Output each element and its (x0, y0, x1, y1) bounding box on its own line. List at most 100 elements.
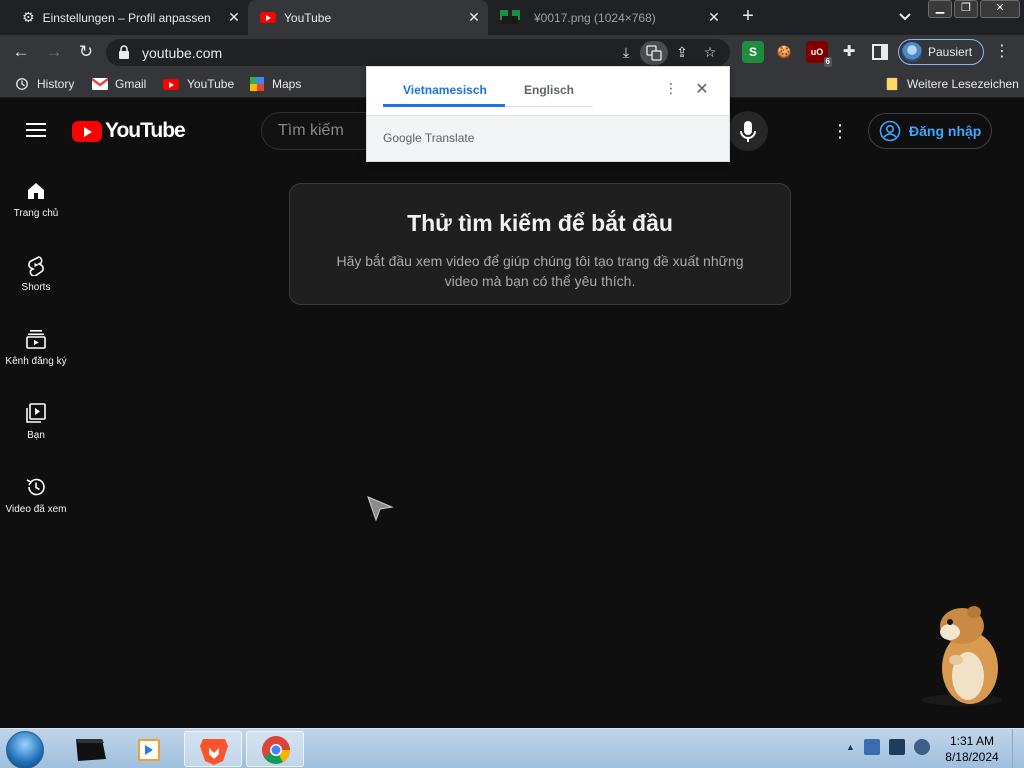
ublock-label: uO (810, 47, 824, 57)
bookmark-gmail[interactable]: Gmail (92, 75, 146, 93)
tab-title: Einstellungen – Profil anpassen (42, 10, 211, 25)
minimize-button[interactable]: ▁ (928, 0, 952, 18)
sign-in-button[interactable]: Đăng nhập (868, 113, 992, 149)
window-close-button[interactable]: ✕ (980, 0, 1020, 18)
extensions-puzzle-icon[interactable]: ✚ (838, 41, 860, 63)
tab-settings[interactable]: ⚙ Einstellungen – Profil anpassen ✕ (8, 0, 248, 35)
other-bookmarks-folder[interactable]: Weitere Lesezeichen (884, 75, 1019, 93)
mouse-cursor-icon (367, 496, 394, 522)
settings-more-icon[interactable]: ⋮ (830, 120, 850, 144)
prompt-body: Hãy bắt đầu xem video để giúp chúng tôi … (336, 253, 744, 289)
translate-options-icon[interactable]: ⋮ (663, 80, 679, 100)
bookmark-label: Gmail (115, 77, 147, 91)
tab-close-icon[interactable]: ✕ (226, 9, 242, 25)
install-icon[interactable]: ⤓ (612, 41, 640, 65)
guide-label: Bạn (27, 430, 45, 441)
bookmark-youtube[interactable]: YouTube (163, 75, 234, 93)
translate-icon[interactable] (640, 40, 668, 65)
guide-item-subscriptions[interactable]: Kênh đăng ký (0, 328, 72, 367)
history-icon (16, 78, 28, 90)
tab-target-language[interactable]: Englisch (524, 83, 574, 97)
bookmark-maps[interactable]: Maps (249, 75, 301, 93)
youtube-logo[interactable]: YouTube (72, 119, 186, 142)
bookmark-label: History (37, 77, 75, 91)
translate-close-icon[interactable]: ✕ (693, 79, 711, 99)
address-bar-actions: ⤓ ⇪ ☆ (612, 39, 724, 66)
system-tray: ▲ (846, 739, 939, 755)
youtube-logo-text: YouTube (105, 119, 186, 142)
share-icon[interactable]: ⇪ (668, 41, 696, 65)
microphone-icon (740, 121, 756, 142)
profile-status: Pausiert (928, 45, 973, 59)
ublock-extension-icon[interactable]: uO 6 (806, 41, 832, 67)
tray-overflow-icon[interactable]: ▲ (846, 742, 855, 755)
media-player-icon (138, 739, 160, 761)
image-favicon-icon (500, 9, 520, 24)
gmail-icon (92, 78, 108, 90)
network-icon[interactable] (888, 739, 905, 755)
tab-image[interactable]: ¥0017.png (1024×768) ✕ (488, 0, 728, 35)
volume-icon[interactable] (913, 739, 930, 755)
back-button[interactable]: ← (9, 40, 33, 64)
brand-google: Google (383, 131, 422, 145)
shorts-icon (28, 256, 44, 276)
tab-search-chevron-icon[interactable] (896, 8, 914, 26)
tab-source-language[interactable]: Vietnamesisch (403, 83, 487, 97)
sign-in-label: Đăng nhập (909, 123, 982, 139)
empty-feed-prompt: Thử tìm kiếm để bắt đầu Hãy bắt đầu xem … (289, 183, 791, 305)
home-icon (28, 183, 44, 199)
voice-search-button[interactable] (728, 111, 768, 151)
guide-item-shorts[interactable]: Shorts (0, 254, 72, 293)
lock-icon[interactable] (118, 45, 130, 59)
browser-toolbar: ← → ↻ youtube.com ⤓ ⇪ ☆ S 🍪 uO 6 ✚ Pausi… (0, 35, 1024, 69)
tab-close-icon[interactable]: ✕ (466, 9, 482, 25)
bookmark-history[interactable]: History (14, 75, 74, 93)
translate-popup: Vietnamesisch Englisch ⋮ ✕ Google Transl… (366, 66, 730, 162)
taskbar-app-media-player[interactable] (122, 731, 180, 767)
reload-button[interactable]: ↻ (74, 40, 98, 64)
active-tab-indicator (383, 104, 505, 107)
new-tab-button[interactable]: + (736, 5, 760, 29)
bookmark-label: YouTube (187, 77, 235, 91)
guide-item-history[interactable]: Video đã xem (0, 476, 72, 515)
tab-close-icon[interactable]: ✕ (706, 9, 722, 25)
restore-button[interactable]: ❐ (954, 0, 978, 18)
taskbar-app-terminal[interactable] (62, 731, 120, 767)
guide-item-home[interactable]: Trang chủ (0, 180, 72, 219)
tab-youtube[interactable]: YouTube ✕ (248, 0, 488, 35)
address-bar[interactable]: youtube.com ⤓ ⇪ ☆ (106, 39, 730, 66)
translate-footer: Google Translate (367, 115, 729, 161)
guide-label: Kênh đăng ký (5, 356, 67, 367)
browser-menu-icon[interactable]: ⋮ (992, 41, 1012, 63)
taskbar-clock[interactable]: 1:31 AM 8/18/2024 (940, 733, 1004, 765)
hamster-sticker-image (922, 606, 1002, 706)
translate-language-tabs: Vietnamesisch Englisch (383, 67, 593, 107)
brand-translate: Translate (424, 131, 475, 145)
bookmark-label: Weitere Lesezeichen (907, 77, 1019, 91)
url-text[interactable]: youtube.com (142, 45, 222, 61)
guide-label: Shorts (21, 282, 51, 293)
extension-s-icon[interactable]: S (742, 41, 764, 63)
forward-button[interactable]: → (42, 40, 66, 64)
taskbar-app-brave[interactable] (184, 731, 242, 767)
guide-menu-button[interactable] (24, 120, 48, 140)
start-button[interactable] (6, 731, 44, 768)
side-panel-icon[interactable] (869, 41, 891, 63)
guide-label: Trang chủ (13, 208, 59, 219)
bookmark-star-icon[interactable]: ☆ (696, 41, 724, 65)
youtube-favicon-icon (163, 78, 179, 90)
subscriptions-icon (26, 330, 46, 349)
chrome-icon (262, 736, 290, 764)
avatar (902, 42, 922, 62)
tab-title: YouTube (284, 10, 332, 25)
brave-lion-icon (200, 739, 228, 765)
youtube-logo-icon (72, 120, 102, 142)
profile-button[interactable]: Pausiert (898, 39, 984, 65)
show-desktop-button[interactable] (1012, 729, 1024, 768)
account-icon (879, 120, 901, 142)
guide-item-you[interactable]: Bạn (0, 402, 72, 441)
tray-app-icon[interactable] (863, 739, 880, 755)
bookmark-label: Maps (272, 77, 302, 91)
taskbar-app-chrome[interactable] (246, 731, 304, 767)
cookie-extension-icon[interactable]: 🍪 (773, 41, 795, 63)
